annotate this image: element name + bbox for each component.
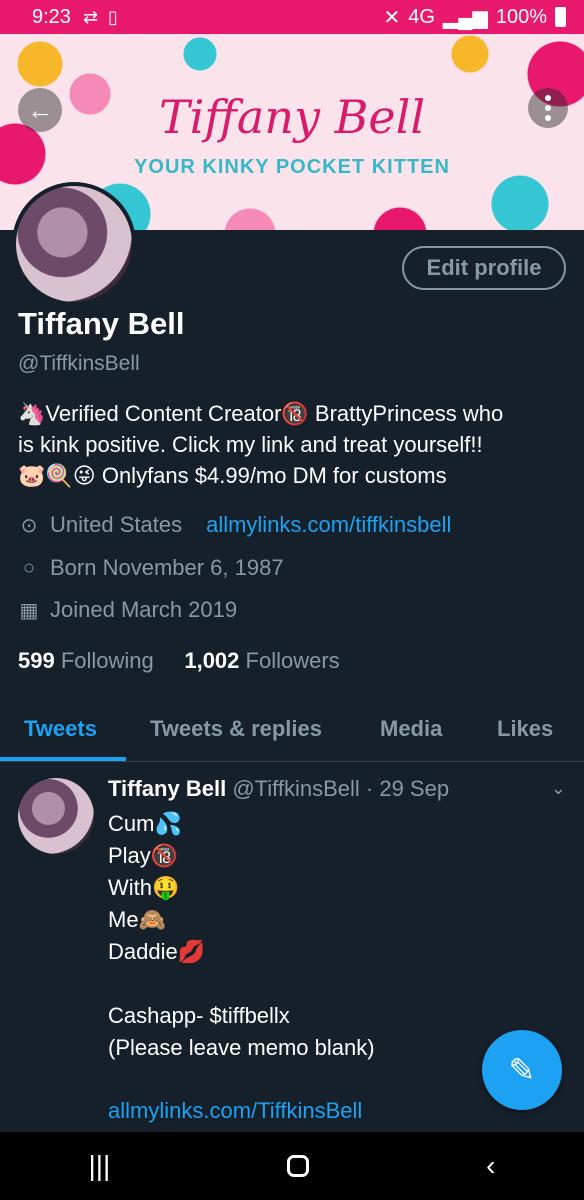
more-options-icon[interactable] xyxy=(528,88,568,128)
following-count: 599 xyxy=(18,648,55,673)
tweet-header: Tiffany Bell @TiffkinsBell · 29 Sep xyxy=(108,776,449,802)
battery-icon xyxy=(555,7,566,27)
battery-label: 100% xyxy=(495,5,547,28)
battery-notification-icon: ▯ xyxy=(108,6,118,27)
status-bar: 9:23 ⇄ ▯ ✕ 4G ▂▄▆ 100% xyxy=(0,0,584,34)
profile-bio: 🦄Verified Content Creator🔞 BrattyPrinces… xyxy=(18,398,574,491)
tab-likes[interactable]: Likes xyxy=(497,716,553,742)
profile-avatar[interactable] xyxy=(12,182,136,306)
tab-tweets-replies[interactable]: Tweets & replies xyxy=(150,716,322,742)
status-time: 9:23 xyxy=(32,5,71,28)
profile-handle: @TiffkinsBell xyxy=(18,352,140,375)
profile-website-link[interactable]: allmylinks.com/tiffkinsbell xyxy=(206,512,451,538)
bio-line: 🦄Verified Content Creator🔞 BrattyPrinces… xyxy=(18,401,504,426)
following-label: Following xyxy=(60,648,154,673)
born-row: ○ Born November 6, 1987 xyxy=(18,555,284,581)
back-icon[interactable]: ‹ xyxy=(486,1150,495,1182)
mute-icon: ✕ xyxy=(383,6,401,29)
back-arrow-icon[interactable]: ← xyxy=(18,88,62,132)
bio-line: 🐷🍭😜 Onlyfans $4.99/mo DM for customs xyxy=(18,463,447,488)
tweet-link[interactable]: allmylinks.com/TiffkinsBell xyxy=(108,1098,362,1124)
banner-title: Tiffany Bell xyxy=(158,90,426,144)
profile-location: United States xyxy=(50,512,183,537)
retweet-notification-icon: ⇄ xyxy=(82,6,99,27)
recent-apps-icon[interactable]: ||| xyxy=(88,1150,110,1182)
followers-link[interactable]: 1,002 Followers xyxy=(184,648,339,673)
tweet-avatar[interactable] xyxy=(18,778,94,854)
profile-tabs: Tweets Tweets & replies Media Likes xyxy=(0,700,584,762)
follow-counts: 599 Following 1,002 Followers xyxy=(18,648,340,674)
following-link[interactable]: 599 Following xyxy=(18,648,154,673)
home-icon[interactable] xyxy=(287,1155,310,1177)
balloon-icon: ○ xyxy=(22,556,36,579)
system-nav-bar: ||| ‹ xyxy=(0,1132,584,1200)
tweet-meta: @TiffkinsBell · 29 Sep xyxy=(232,776,450,801)
tweet-author[interactable]: Tiffany Bell xyxy=(108,776,226,801)
location-pin-icon: ⊙ xyxy=(20,514,38,537)
followers-count: 1,002 xyxy=(184,648,240,673)
location-row: ⊙ United States allmylinks.com/tiffkinsb… xyxy=(18,512,452,538)
compose-tweet-button[interactable]: ✎ xyxy=(482,1030,562,1110)
banner-subtitle: YOUR KINKY POCKET KITTEN xyxy=(134,156,450,178)
bio-line: is kink positive. Click my link and trea… xyxy=(18,432,483,457)
tweet-body: Cum💦 Play🔞 With🤑 Me🙈 Daddie💋 Cashapp- $t… xyxy=(108,811,375,1060)
followers-label: Followers xyxy=(245,648,340,673)
edit-profile-button[interactable]: Edit profile xyxy=(402,246,566,290)
signal-icon: ▂▄▆ xyxy=(442,6,488,29)
tab-media[interactable]: Media xyxy=(380,716,442,742)
joined-row: ▦ Joined March 2019 xyxy=(18,597,238,623)
active-tab-indicator xyxy=(0,757,126,761)
calendar-icon: ▦ xyxy=(19,599,39,622)
profile-name: Tiffany Bell xyxy=(18,306,185,341)
network-label: 4G xyxy=(408,5,435,28)
chevron-down-icon[interactable]: ⌄ xyxy=(551,778,566,799)
tab-tweets[interactable]: Tweets xyxy=(24,716,97,742)
profile-joined: Joined March 2019 xyxy=(50,597,238,622)
feather-plus-icon: ✎ xyxy=(508,1052,536,1088)
profile-born: Born November 6, 1987 xyxy=(50,555,284,580)
